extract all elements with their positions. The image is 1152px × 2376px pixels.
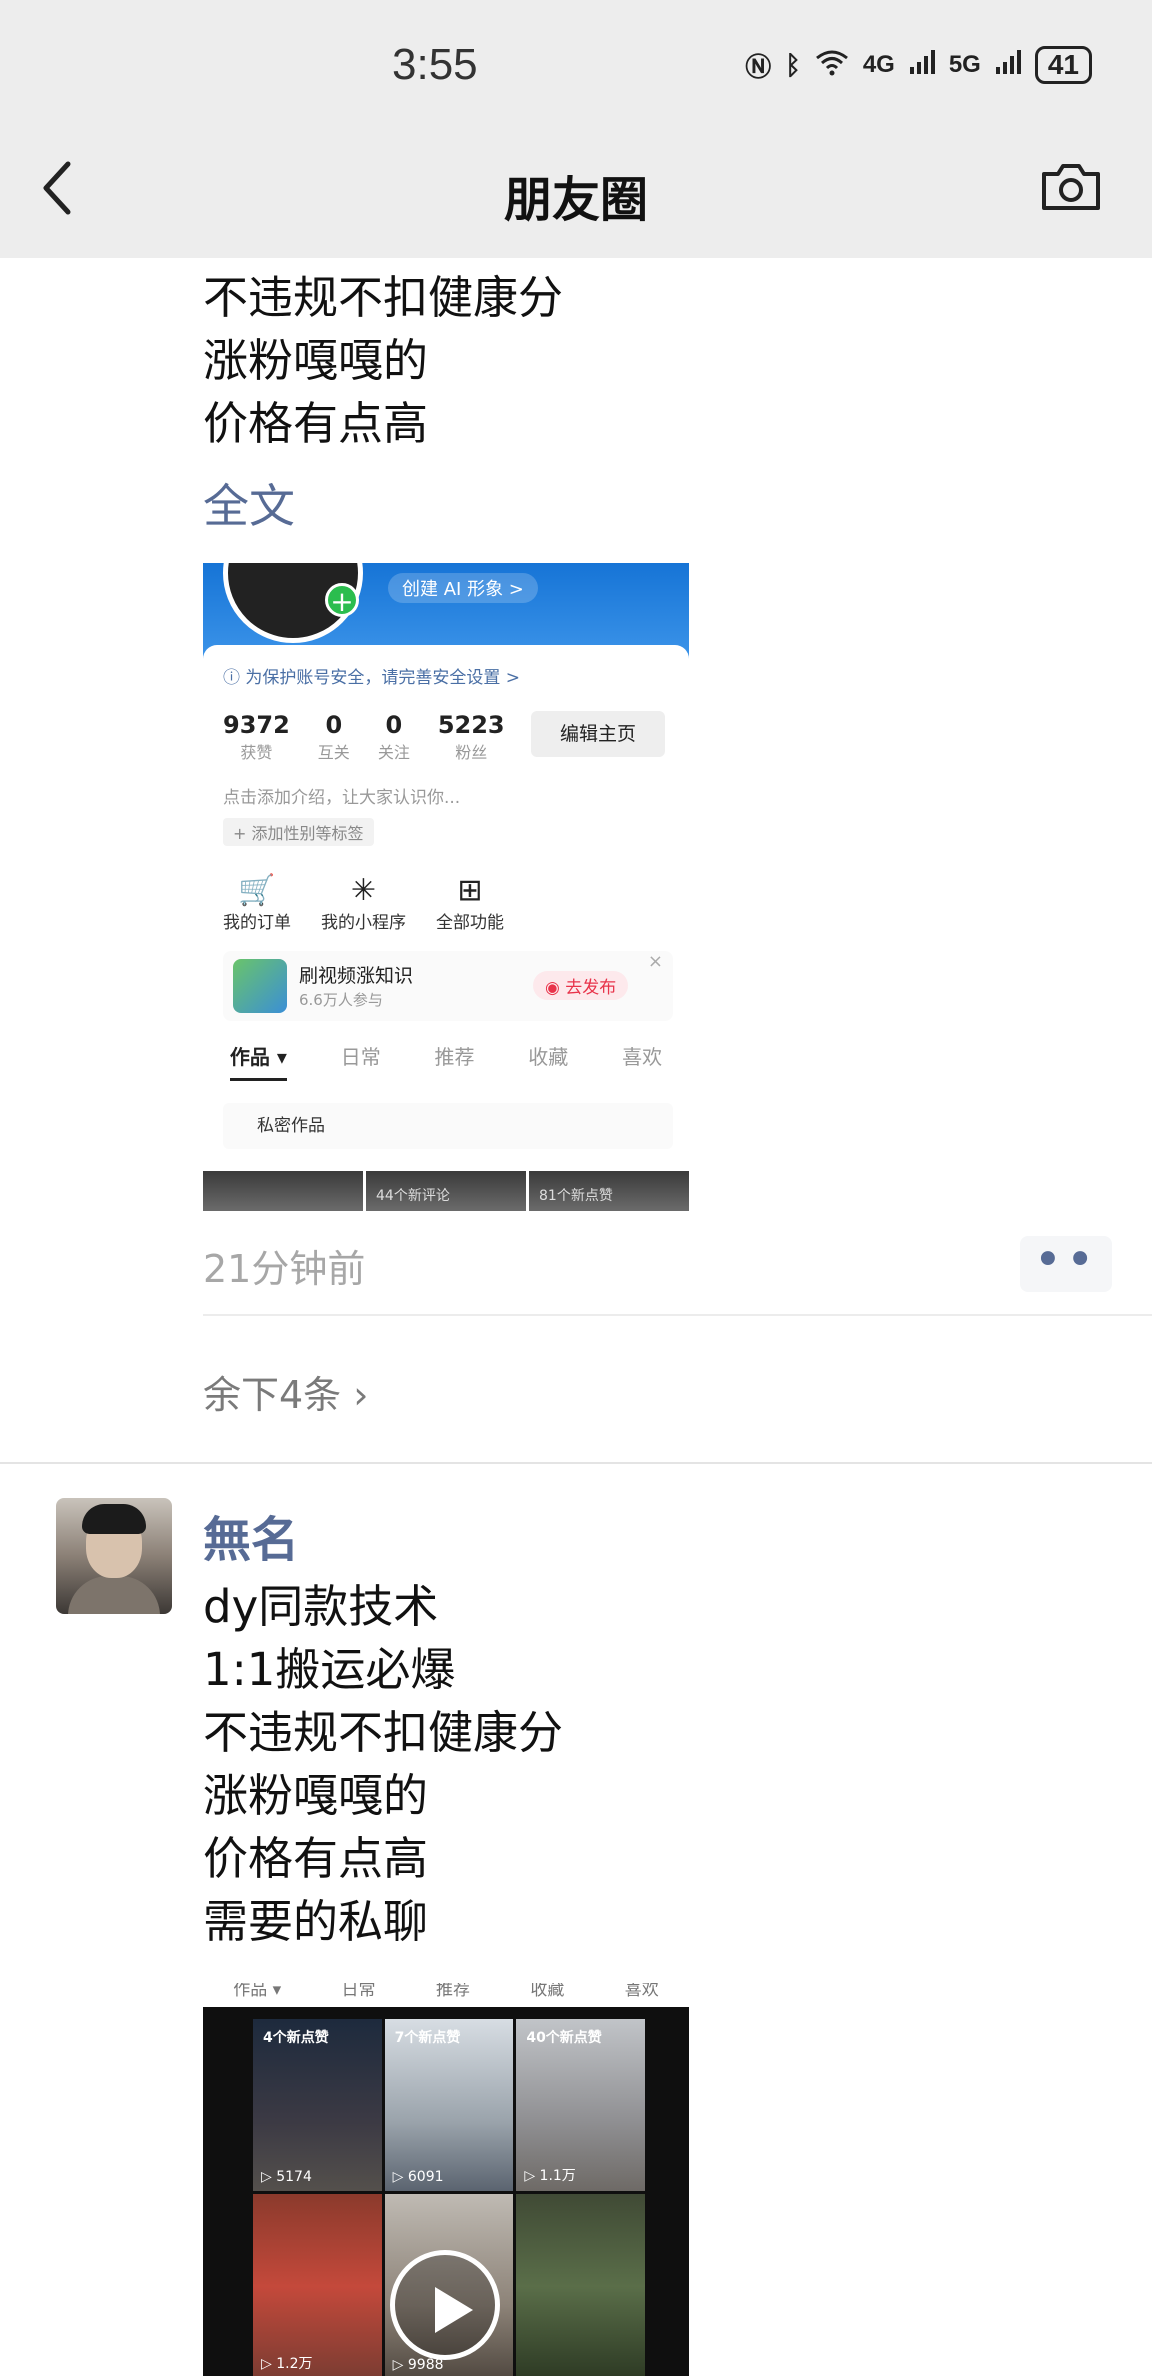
signal-icon-2 xyxy=(995,49,1021,82)
function-row: 🛒 我的订单 ✳ 我的小程序 ⊞ 全部功能 xyxy=(223,873,504,933)
stat-label: 粉丝 xyxy=(455,743,488,762)
post-text-line: 涨粉嘎嘎的 xyxy=(203,334,429,387)
video-cell: 40个新点赞 ▷ 1.1万 xyxy=(516,2019,645,2191)
nfc-icon: Ⓝ xyxy=(745,51,772,82)
tab-daily: 日常 xyxy=(341,1983,376,2000)
video-thumb xyxy=(203,1171,363,1211)
tab-recommend: 推荐 xyxy=(435,1983,470,2000)
profile-stats: 9372 获赞 0 互关 0 关注 5223 粉丝 xyxy=(223,711,505,763)
status-time: 3:55 xyxy=(392,40,478,89)
func-orders: 🛒 我的订单 xyxy=(223,873,291,933)
post-text-line: dy同款技术 xyxy=(203,1580,439,1633)
video-thumb: 81个新点赞 xyxy=(529,1171,689,1211)
post2-image[interactable]: 作品 ▾ 日常 推荐 收藏 喜欢 4个新点赞 ▷ 5174 7个新点赞 ▷ 60… xyxy=(203,1983,689,2376)
func-label: 全部功能 xyxy=(436,913,504,933)
post-text-line: 1:1搬运必爆 xyxy=(203,1643,456,1696)
edit-profile-button: 编辑主页 xyxy=(531,711,665,757)
close-icon: × xyxy=(647,951,663,972)
post-timestamp: 21分钟前 xyxy=(203,1247,366,1291)
promo-card: 刷视频涨知识 6.6万人参与 ◉ 去发布 × xyxy=(223,951,673,1021)
tab-likes: 喜欢 xyxy=(624,1983,659,2000)
camera-icon[interactable] xyxy=(1040,160,1102,212)
video-cell: 4个新点赞 ▷ 5174 xyxy=(253,2019,382,2191)
bluetooth-icon: ᛒ xyxy=(785,49,801,80)
view-count: ▷ 5174 xyxy=(261,2169,312,2185)
profile-tabs: 作品 ▾ 日常 推荐 收藏 喜欢 xyxy=(203,1041,689,1081)
play-icon[interactable] xyxy=(390,2250,500,2360)
network-4g-label: 4G xyxy=(862,51,895,78)
avatar[interactable] xyxy=(56,1498,172,1614)
promo-publish-button: ◉ 去发布 xyxy=(533,971,629,1000)
tab-likes: 喜欢 xyxy=(622,1045,663,1069)
video-cell: ▷ 1.2万 xyxy=(253,2194,382,2376)
post-text-line: 价格有点高 xyxy=(203,397,429,450)
post1-text: 不违规不扣健康分 涨粉嘎嘎的 价格有点高 xyxy=(203,266,563,455)
username[interactable]: 無名 xyxy=(203,1500,299,1570)
stat-label: 获赞 xyxy=(240,743,273,762)
status-icons: Ⓝ ᛒ 4G 5G 41 xyxy=(745,46,1092,84)
safety-tip: ⓘ 为保护账号安全，请完善安全设置 > xyxy=(223,668,521,688)
post-text-line: 涨粉嘎嘎的 xyxy=(203,1769,429,1822)
stat-label: 互关 xyxy=(317,743,350,762)
divider xyxy=(203,1314,1152,1316)
profile-tabs: 作品 ▾ 日常 推荐 收藏 喜欢 xyxy=(203,1983,689,2007)
stat-label: 关注 xyxy=(377,743,410,762)
profile-tag: + 添加性别等标签 xyxy=(223,818,374,846)
add-icon: + xyxy=(325,583,359,618)
private-works-row: 私密作品 xyxy=(223,1103,673,1149)
cart-icon: 🛒 xyxy=(238,873,276,908)
post-text-line: 不违规不扣健康分 xyxy=(203,271,564,324)
tab-recommend: 推荐 xyxy=(434,1045,475,1069)
post-text-line: 需要的私聊 xyxy=(203,1895,429,1948)
stat-number: 9372 xyxy=(223,711,290,739)
video-cell xyxy=(516,2194,645,2376)
view-count: ▷ 1.2万 xyxy=(261,2356,313,2372)
asterisk-icon: ✳ xyxy=(350,873,377,908)
video-badge: 40个新点赞 xyxy=(526,2030,602,2046)
func-miniprograms: ✳ 我的小程序 xyxy=(321,873,406,933)
post-text-line: 价格有点高 xyxy=(203,1832,429,1885)
post-text-line: 不违规不扣健康分 xyxy=(203,1706,564,1759)
more-options-button[interactable]: •• xyxy=(1020,1236,1112,1292)
remaining-posts-link[interactable]: 余下4条 › xyxy=(203,1364,368,1419)
promo-title: 刷视频涨知识 xyxy=(299,965,414,987)
divider xyxy=(0,1462,1152,1464)
promo-thumbnail xyxy=(233,959,287,1013)
stat-likes: 9372 获赞 xyxy=(223,711,290,763)
stat-followers: 5223 粉丝 xyxy=(438,711,505,763)
view-count: ▷ 6091 xyxy=(392,2169,444,2185)
stat-number: 5223 xyxy=(437,711,505,739)
video-cell: 7个新点赞 ▷ 6091 xyxy=(384,2019,514,2191)
stat-number: 0 xyxy=(325,711,343,739)
video-thumb: 44个新评论 xyxy=(366,1171,526,1211)
tab-favorites: 收藏 xyxy=(530,1983,565,2000)
tab-favorites: 收藏 xyxy=(528,1045,569,1069)
func-label: 我的小程序 xyxy=(321,913,406,933)
view-count: ▷ 1.1万 xyxy=(524,2168,576,2184)
stat-mutual: 0 互关 xyxy=(318,711,350,763)
profile-intro: 点击添加介绍，让大家认识你... xyxy=(223,788,461,808)
tab-works: 作品 ▾ xyxy=(233,1983,282,2000)
post1-image[interactable]: + 创建 AI 形象 > ⓘ 为保护账号安全，请完善安全设置 > 9372 获赞… xyxy=(203,563,689,1211)
stat-number: 0 xyxy=(385,711,403,739)
top-bar: 3:55 Ⓝ ᛒ 4G 5G 41 朋友圈 xyxy=(0,0,1152,258)
battery-indicator: 41 xyxy=(1034,46,1092,84)
func-all: ⊞ 全部功能 xyxy=(436,873,504,933)
grid-icon: ⊞ xyxy=(457,873,483,908)
video-badge: 7个新点赞 xyxy=(394,2030,461,2046)
signal-icon-1 xyxy=(909,49,935,82)
wifi-icon xyxy=(815,48,849,83)
tab-daily: 日常 xyxy=(340,1045,381,1069)
create-ai-button: 创建 AI 形象 > xyxy=(388,573,538,603)
video-thumbnails: 44个新评论 81个新点赞 xyxy=(203,1171,689,1211)
tab-works: 作品 ▾ xyxy=(229,1041,287,1081)
post2-text: dy同款技术 1:1搬运必爆 不违规不扣健康分 涨粉嘎嘎的 价格有点高 需要的私… xyxy=(203,1575,563,1953)
network-5g-label: 5G xyxy=(948,51,981,78)
func-label: 我的订单 xyxy=(223,913,291,933)
full-text-link[interactable]: 全文 xyxy=(203,470,295,536)
stat-following: 0 关注 xyxy=(378,711,410,763)
page-title: 朋友圈 xyxy=(503,172,648,228)
video-badge: 4个新点赞 xyxy=(263,2030,329,2046)
promo-subtitle: 6.6万人参与 xyxy=(299,991,383,1009)
